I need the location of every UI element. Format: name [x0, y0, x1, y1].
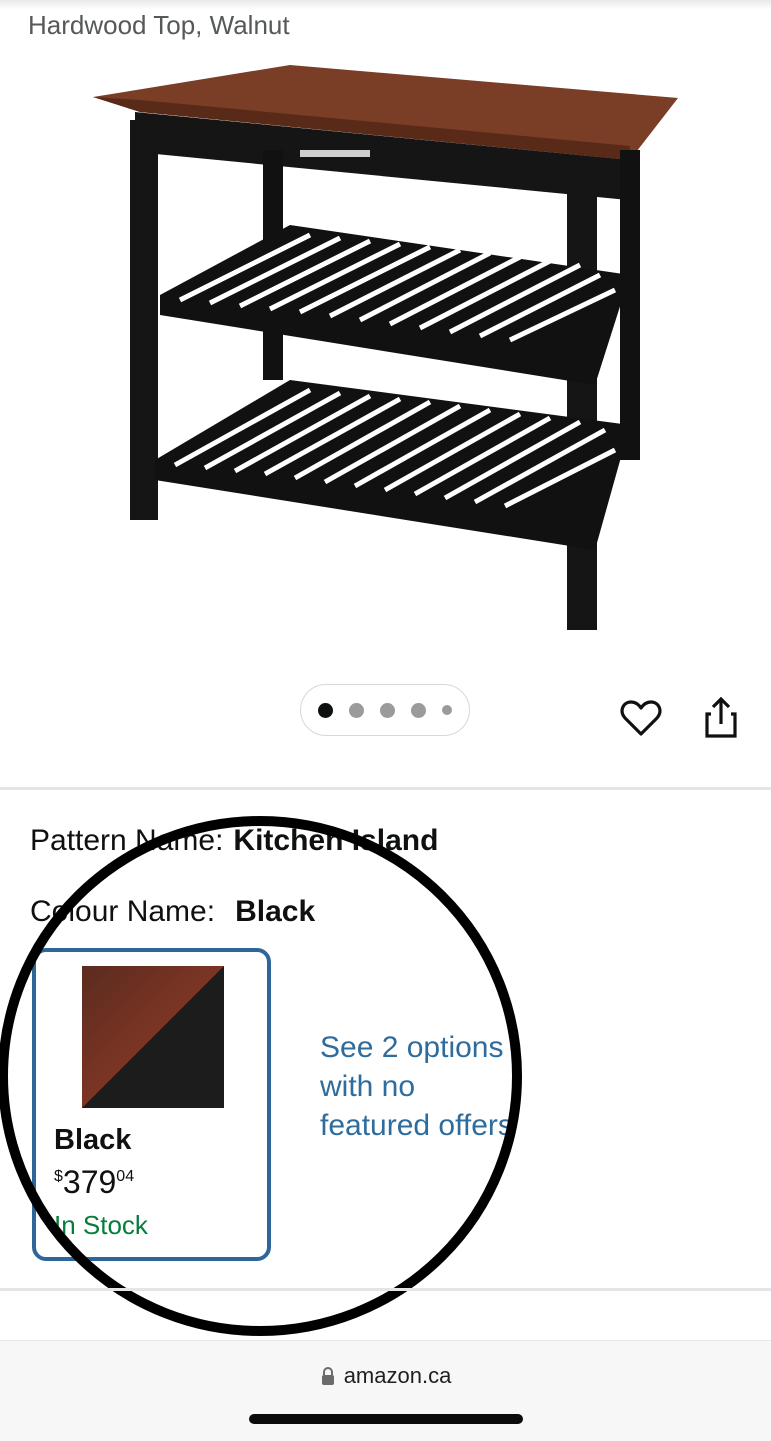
url-text: amazon.ca [343, 1363, 452, 1388]
pattern-name-row: Pattern Name: Kitchen Island [30, 824, 438, 858]
swatch-price: $37904 [54, 1164, 134, 1201]
home-indicator[interactable] [249, 1414, 523, 1424]
pattern-name-label: Pattern Name: [30, 824, 224, 857]
colour-name-row: Colour Name: Black [30, 895, 315, 929]
heart-icon[interactable] [617, 694, 665, 742]
pattern-name-value: Kitchen Island [233, 824, 439, 857]
price-whole: 379 [62, 1164, 117, 1200]
carousel-dot-2[interactable] [349, 702, 364, 718]
share-icon[interactable] [697, 694, 745, 742]
section-divider [0, 787, 771, 790]
lock-icon [321, 1367, 334, 1385]
colour-name-label: Colour Name: [30, 895, 216, 928]
carousel-dot-3[interactable] [380, 702, 395, 718]
kitchen-island-image[interactable] [0, 50, 771, 650]
product-subtitle: Hardwood Top, Walnut [28, 10, 290, 40]
price-fraction: 04 [116, 1168, 135, 1185]
address-bar[interactable]: amazon.ca [0, 1363, 771, 1389]
carousel-dot-5[interactable] [442, 705, 452, 715]
swatch-name: Black [54, 1124, 132, 1156]
top-fade [0, 0, 771, 10]
see-options-link[interactable]: See 2 options with no featured offers [320, 1028, 520, 1145]
price-symbol: $ [54, 1168, 63, 1185]
browser-bottom-bar: amazon.ca [0, 1340, 771, 1441]
colour-name-value: Black [235, 895, 316, 928]
carousel-dot-4[interactable] [411, 702, 426, 718]
colour-swatch-black[interactable]: Black $37904 In Stock [32, 948, 271, 1261]
section-divider-2 [0, 1288, 771, 1291]
stock-status: In Stock [54, 1210, 148, 1240]
image-carousel-indicator[interactable] [300, 684, 470, 736]
carousel-dot-1[interactable] [318, 702, 333, 718]
swatch-thumbnail [82, 966, 224, 1108]
